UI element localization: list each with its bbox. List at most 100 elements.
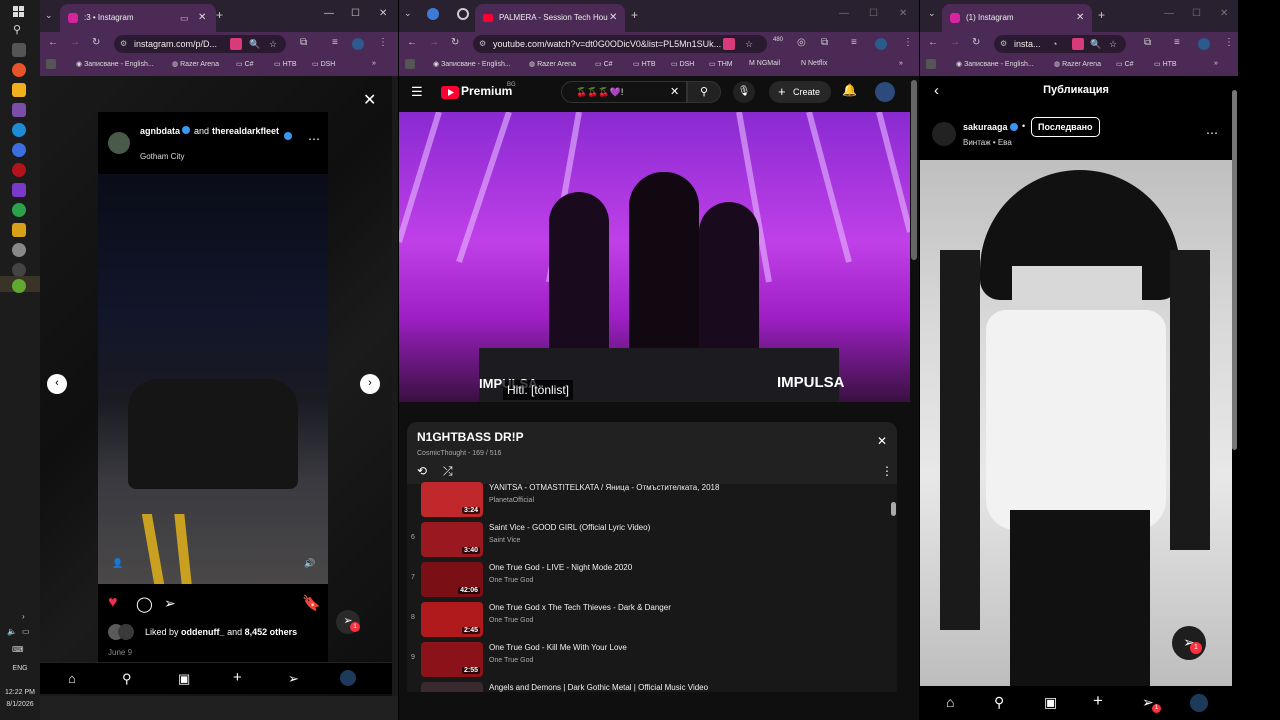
playlist-item[interactable]: 6 3:40 Saint Vice - GOOD GIRL (Official …	[407, 522, 887, 562]
item-thumbnail[interactable]: 2:45	[421, 602, 483, 637]
post-location[interactable]: Gotham City	[140, 152, 184, 161]
bookmark-6[interactable]: M NGMail	[749, 60, 780, 67]
video-player[interactable]: IMPULSA IMPULSA Hiti. [tönlist]	[399, 112, 910, 402]
extension-highlight-icon[interactable]	[230, 38, 242, 50]
playlist-item[interactable]: 9 2:55 One True God - Kill Me With Your …	[407, 642, 887, 682]
loop-icon[interactable]: ⟲	[417, 464, 427, 478]
profile-avatar[interactable]	[1198, 38, 1210, 50]
bookmark-0[interactable]: ◉ Записване - English...	[76, 60, 154, 68]
bookmark-4[interactable]: ▭ DSH	[671, 60, 694, 68]
tab-youtube[interactable]: PALMERA - Session Tech Hou ✕	[475, 4, 625, 32]
previous-post-button[interactable]: ‹	[47, 374, 67, 394]
extensions-icon[interactable]: ⧉	[1144, 37, 1151, 48]
address-bar[interactable]: ⚙ instagram.com/p/D... 🔍 ☆	[114, 35, 286, 53]
item-channel[interactable]: One True God	[489, 577, 533, 584]
volume-icon[interactable]: 🔈	[7, 627, 17, 636]
address-bar[interactable]: ⚙ insta... ◔ 🔍 ☆	[994, 35, 1126, 53]
back-icon[interactable]: ←	[407, 37, 417, 48]
close-window-icon[interactable]: ✕	[379, 8, 387, 19]
premium-logo-text[interactable]: Premium	[461, 84, 512, 98]
chrome-icon[interactable]	[12, 203, 26, 217]
site-info-icon[interactable]: ⚙	[120, 35, 127, 53]
tab-close-icon[interactable]: ✕	[1076, 4, 1084, 32]
minimize-icon[interactable]: —	[1164, 8, 1174, 19]
item-channel[interactable]: PlanetaOfficial	[489, 497, 534, 504]
post-image-person-in-mask[interactable]	[920, 160, 1232, 686]
forward-icon[interactable]: →	[429, 37, 439, 48]
zoom-icon[interactable]: 🔍	[1090, 35, 1101, 53]
item-title[interactable]: One True God - Kill Me With Your Love	[489, 643, 879, 652]
close-modal-icon[interactable]: ✕	[363, 90, 376, 110]
close-window-icon[interactable]: ✕	[899, 8, 907, 19]
firefox-icon[interactable]	[12, 63, 26, 77]
tagged-user-icon[interactable]: 👤	[112, 558, 123, 569]
search-button-icon[interactable]: ⚲	[687, 81, 721, 103]
language-indicator[interactable]: ENG	[0, 665, 40, 672]
bookmark-star-icon[interactable]: ☆	[1109, 35, 1117, 53]
zoom-icon[interactable]: 🔍	[249, 35, 260, 53]
playlist-scrollbar-thumb[interactable]	[891, 502, 896, 516]
tab-close-icon[interactable]: ✕	[609, 4, 617, 32]
bookmark-5[interactable]: ▭ THM	[709, 60, 733, 68]
extensions-icon[interactable]: ⧉	[300, 37, 307, 48]
create-post-icon[interactable]: +	[1093, 691, 1103, 711]
network-icon[interactable]: ▭	[22, 627, 30, 636]
more-bookmarks-icon[interactable]: »	[899, 60, 903, 67]
share-icon[interactable]: ➢	[164, 595, 176, 612]
minimize-icon[interactable]: —	[324, 8, 334, 19]
bookmark-3[interactable]: ▭ HTB	[274, 60, 297, 68]
item-channel[interactable]: Saint Vice	[489, 537, 520, 544]
app-icon-2[interactable]	[12, 223, 26, 237]
item-thumbnail[interactable]	[421, 682, 483, 692]
post-author-name[interactable]: sakuraaga	[963, 122, 1008, 132]
search-nav-icon[interactable]: ⚲	[122, 671, 132, 687]
media-controls-icon[interactable]: ≡	[332, 37, 338, 48]
apps-grid-icon[interactable]	[46, 59, 56, 69]
github-icon[interactable]	[12, 243, 26, 257]
back-icon[interactable]: ←	[48, 37, 58, 48]
collab-author-name[interactable]: therealdarkfleet	[212, 126, 279, 136]
bookmark-star-icon[interactable]: ☆	[269, 35, 277, 53]
keyboard-icon[interactable]: ⌨	[12, 645, 24, 654]
profile-nav-avatar[interactable]	[340, 670, 356, 686]
reload-icon[interactable]: ↻	[92, 37, 100, 48]
address-bar[interactable]: ⚙ youtube.com/watch?v=dt0G0ODicV0&list=P…	[473, 35, 767, 53]
media-controls-icon[interactable]: ≡	[1174, 37, 1180, 48]
extension-icon[interactable]: ◎	[797, 37, 806, 48]
item-title[interactable]: One True God - LIVE - Night Mode 2020	[489, 563, 879, 572]
back-icon[interactable]: ←	[928, 37, 938, 48]
next-post-button[interactable]: ›	[360, 374, 380, 394]
tab-close-icon[interactable]: ✕	[198, 4, 206, 32]
tab-instagram[interactable]: (1) Instagram ✕	[942, 4, 1092, 32]
item-thumbnail[interactable]: 3:40	[421, 522, 483, 557]
voice-search-icon[interactable]: 🎙	[733, 81, 755, 103]
windows-start-icon[interactable]	[13, 5, 25, 17]
home-icon[interactable]: ⌂	[946, 694, 954, 710]
extension-highlight-icon[interactable]	[723, 38, 735, 50]
playlist-subtitle[interactable]: CosmicThought - 169 / 516	[417, 450, 501, 457]
notifications-bell-icon[interactable]: 🔔	[842, 83, 857, 97]
maximize-icon[interactable]: ☐	[351, 8, 360, 19]
tab-list-chevron-icon[interactable]: ⌄	[45, 10, 53, 21]
extension-highlight-icon[interactable]	[1072, 38, 1084, 50]
bookmark-3[interactable]: ▭ HTB	[1154, 60, 1177, 68]
post-music-label[interactable]: Винтаж • Ева	[963, 138, 1012, 147]
shuffle-icon[interactable]: ⤮	[443, 464, 453, 479]
item-thumbnail[interactable]: 3:24	[421, 482, 483, 517]
home-icon[interactable]: ⌂	[68, 671, 76, 686]
scrollbar[interactable]	[1232, 90, 1237, 450]
forward-icon[interactable]: →	[950, 37, 960, 48]
item-title[interactable]: Saint Vice - GOOD GIRL (Official Lyric V…	[489, 523, 879, 532]
item-title[interactable]: One True God x The Tech Thieves - Dark &…	[489, 603, 879, 612]
opera-icon[interactable]	[12, 163, 26, 177]
item-thumbnail[interactable]: 2:55	[421, 642, 483, 677]
profile-nav-avatar[interactable]	[1190, 694, 1208, 712]
playlist-item[interactable]: 8 2:45 One True God x The Tech Thieves -…	[407, 602, 887, 642]
tab-instagram[interactable]: :3 • Instagram ▭ ✕	[60, 4, 216, 32]
post-image-car-on-road[interactable]: 👤 🔊	[98, 174, 328, 584]
clock-date[interactable]: 8/1/2026	[0, 701, 40, 708]
item-title[interactable]: Angels and Demons | Dark Gothic Metal | …	[489, 683, 879, 692]
new-tab-icon[interactable]: +	[631, 8, 638, 22]
item-channel[interactable]: One True God	[489, 657, 533, 664]
onenote-icon[interactable]	[12, 183, 26, 197]
